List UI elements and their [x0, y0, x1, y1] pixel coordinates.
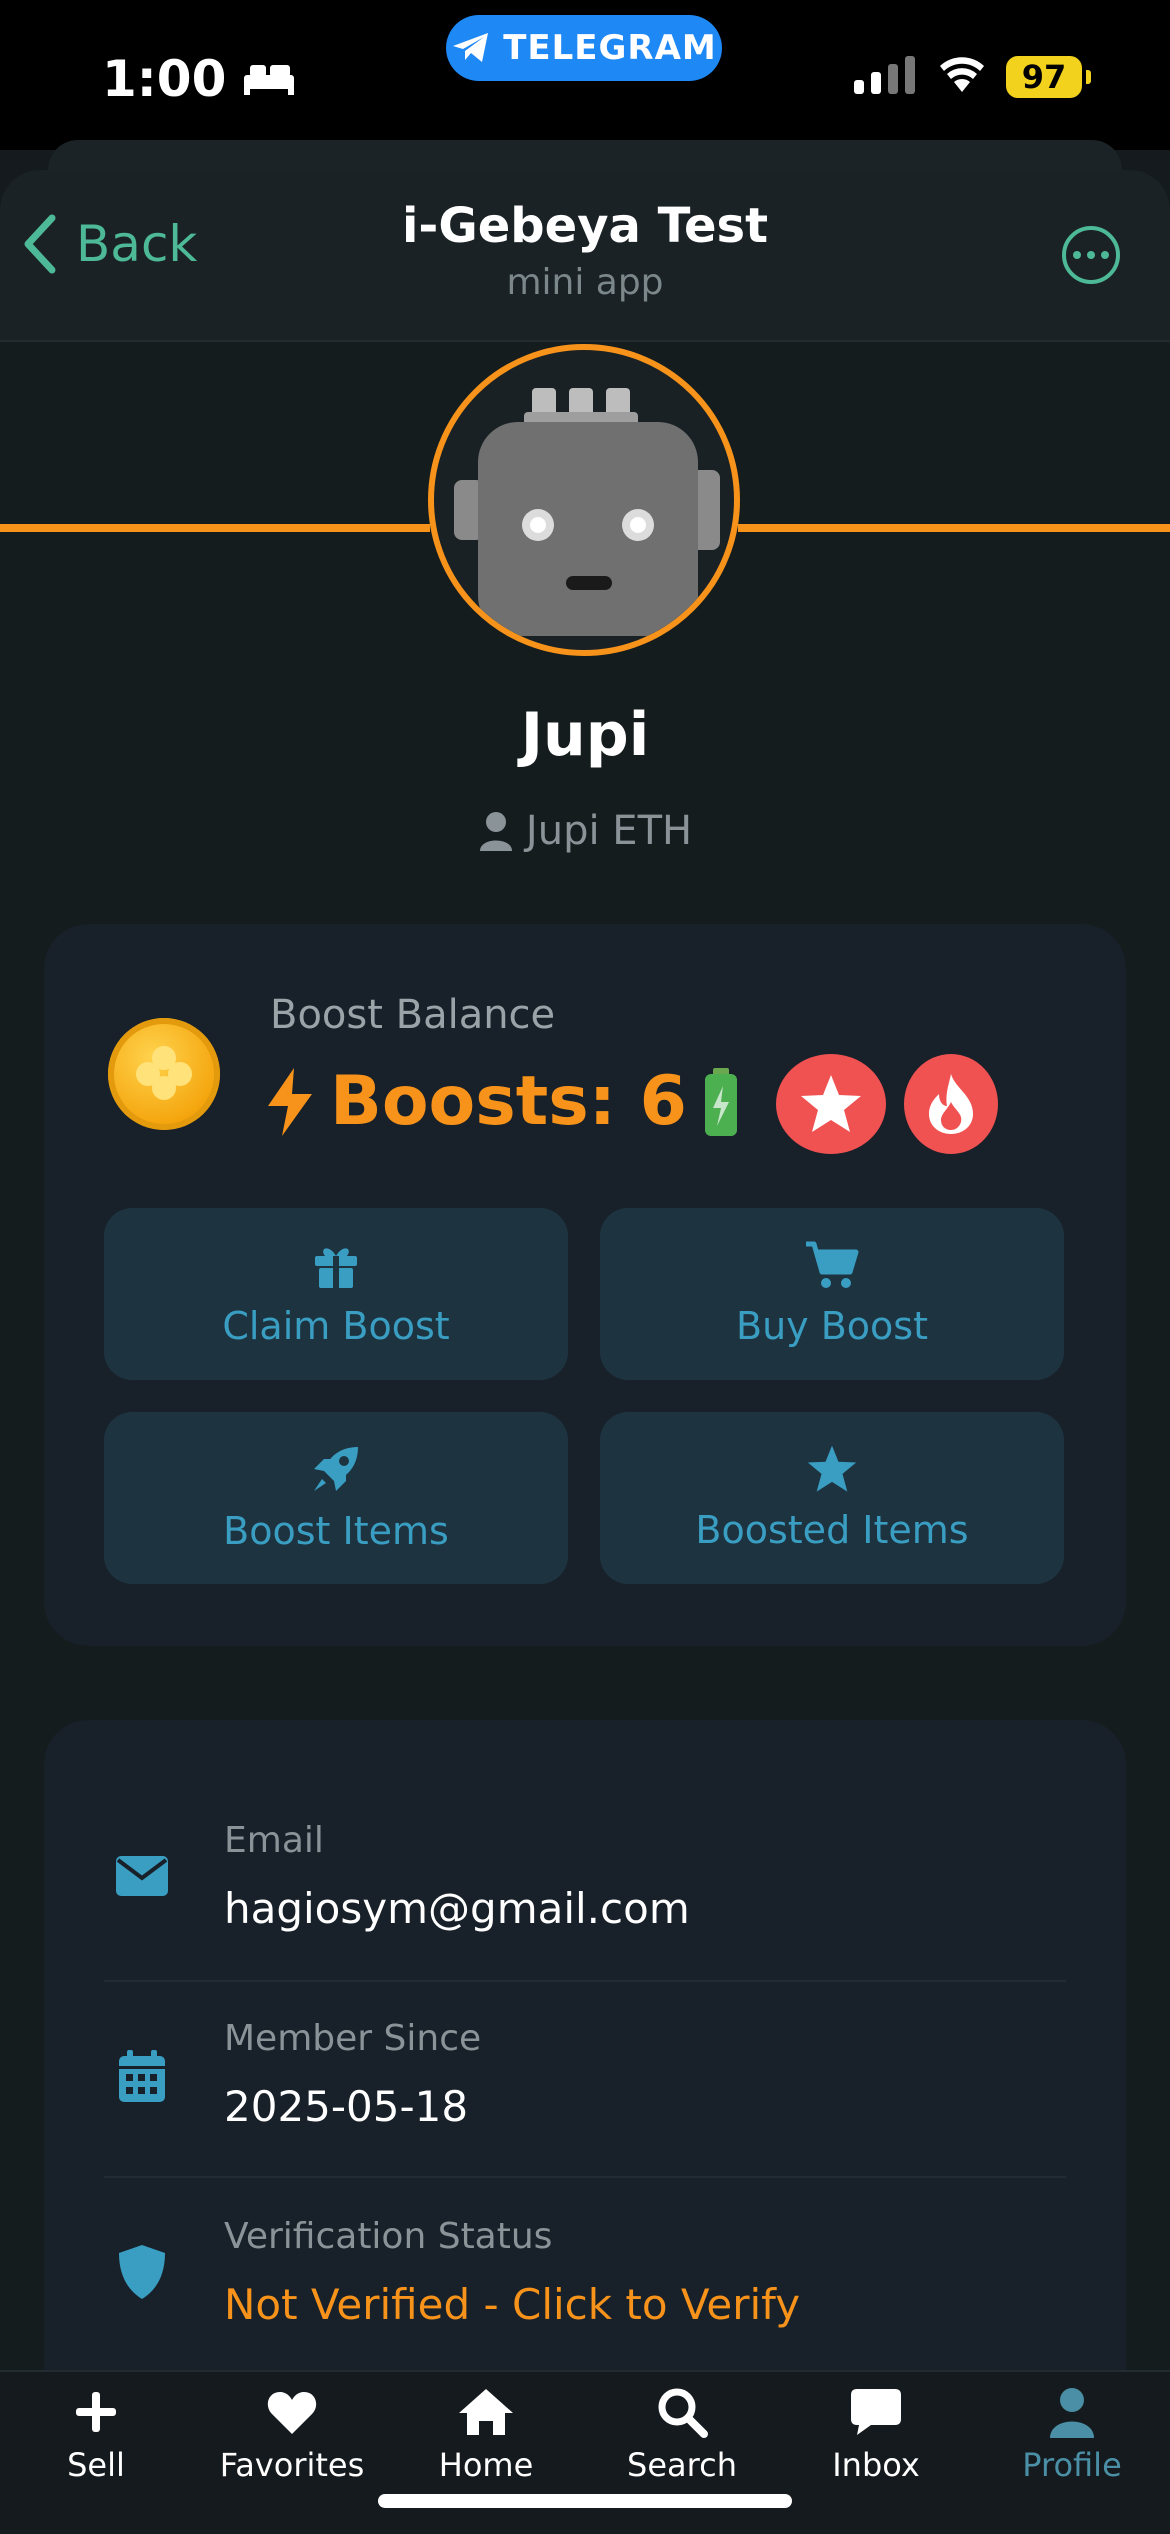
profile-handle-row: Jupi ETH [0, 808, 1170, 854]
battery-icon [704, 1067, 737, 1136]
star-icon [801, 1075, 861, 1132]
account-info-card [44, 1720, 1126, 2440]
verification-status-link[interactable]: Not Verified - Click to Verify [224, 2280, 800, 2329]
nav-profile[interactable]: Profile [982, 2384, 1162, 2484]
chat-icon [851, 2389, 901, 2435]
nav-sell[interactable]: Sell [6, 2384, 186, 2484]
email-label: Email [224, 1820, 324, 1861]
verification-icon [112, 2242, 172, 2302]
telegram-pill[interactable]: TELEGRAM [446, 15, 722, 81]
nav-inbox[interactable]: Inbox [786, 2384, 966, 2484]
divider [104, 1980, 1066, 1982]
more-dot [1101, 251, 1109, 259]
cart-icon [806, 1241, 859, 1288]
cellular-signal-icon [854, 56, 915, 94]
battery-level: 97 [1021, 58, 1067, 96]
user-icon [479, 812, 512, 851]
wifi-icon [940, 57, 984, 92]
claim-boost-button[interactable]: Claim Boost [104, 1208, 568, 1380]
coin-icon [108, 1018, 220, 1130]
boosted-items-button[interactable]: Boosted Items [600, 1412, 1064, 1584]
heart-icon [267, 2392, 317, 2434]
nav-sell-label: Sell [67, 2446, 125, 2484]
telegram-pill-label: TELEGRAM [503, 28, 717, 68]
calendar-icon [119, 2050, 165, 2102]
nav-favorites-label: Favorites [219, 2446, 365, 2484]
member-since-icon [112, 2046, 172, 2106]
boost-items-button[interactable]: Boost Items [104, 1412, 568, 1584]
nav-favorites[interactable]: Favorites [202, 2384, 382, 2484]
profile-name: Jupi [520, 700, 650, 770]
nav-home-label: Home [438, 2446, 534, 2484]
member-since-label: Member Since [224, 2018, 482, 2059]
email-value: hagiosym@gmail.com [224, 1884, 690, 1933]
nav-search-label: Search [627, 2446, 737, 2484]
envelope-icon [116, 1856, 168, 1896]
boost-count: Boosts: 6 [330, 1062, 687, 1141]
boost-balance-value: Boosts: 6 [264, 1062, 741, 1141]
nav-inbox-label: Inbox [832, 2446, 920, 2484]
star-icon [807, 1445, 857, 1492]
more-dot [1087, 251, 1095, 259]
nav-search[interactable]: Search [592, 2384, 772, 2484]
clover-icon [136, 1046, 192, 1100]
nav-home[interactable]: Home [396, 2384, 576, 2484]
profile-banner-line-left [0, 524, 430, 532]
member-since-value: 2025-05-18 [224, 2082, 469, 2131]
buy-boost-label: Buy Boost [736, 1304, 928, 1348]
home-indicator [378, 2494, 792, 2508]
lightning-icon [268, 1067, 312, 1136]
profile-banner-line-right [738, 524, 1170, 532]
boost-balance-label: Boost Balance [270, 992, 556, 1038]
fire-icon [929, 1074, 973, 1134]
star-badge [776, 1054, 886, 1154]
buy-boost-button[interactable]: Buy Boost [600, 1208, 1064, 1380]
user-icon [1050, 2388, 1094, 2438]
telegram-icon [453, 33, 489, 62]
nav-profile-label: Profile [1022, 2446, 1122, 2484]
robot-avatar-icon [454, 388, 720, 636]
avatar[interactable] [428, 344, 740, 656]
gift-icon [315, 1248, 357, 1288]
more-options-button[interactable] [1062, 226, 1120, 284]
rocket-icon [314, 1447, 358, 1491]
mini-app-title: i-Gebeya Test [401, 198, 769, 254]
search-icon [658, 2388, 708, 2438]
divider [104, 2176, 1066, 2178]
shield-icon [119, 2245, 165, 2299]
mini-app-subtitle: mini app [506, 262, 664, 303]
fire-badge [904, 1054, 998, 1154]
claim-boost-label: Claim Boost [222, 1304, 450, 1348]
boost-items-label: Boost Items [223, 1509, 449, 1553]
status-time: 1:00 [102, 50, 296, 108]
profile-handle: Jupi ETH [525, 808, 693, 854]
email-icon [112, 1846, 172, 1906]
bed-icon [244, 65, 295, 95]
battery-tip [1086, 70, 1091, 84]
home-icon [459, 2389, 513, 2435]
plus-icon [76, 2392, 116, 2432]
more-dot [1073, 251, 1081, 259]
verification-label: Verification Status [224, 2216, 553, 2257]
battery-indicator: 97 [1006, 56, 1082, 98]
boosted-items-label: Boosted Items [695, 1508, 969, 1552]
status-time-text: 1:00 [102, 50, 227, 108]
